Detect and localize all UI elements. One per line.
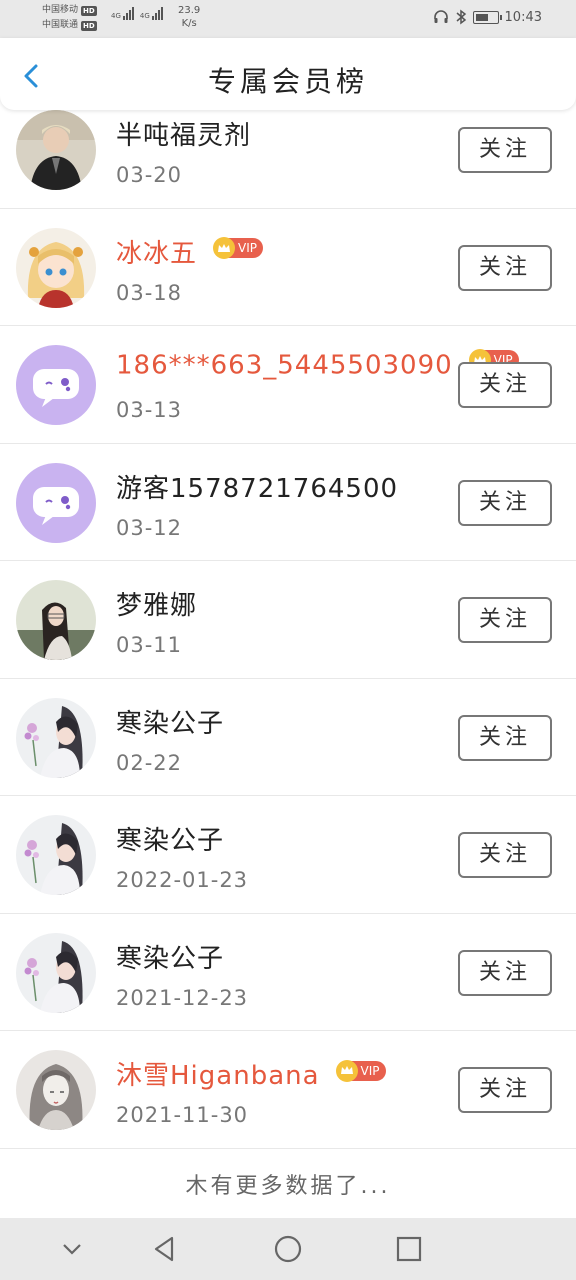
- member-name-text: 沐雪Higanbana: [116, 1061, 320, 1091]
- battery-icon: [472, 10, 502, 24]
- headphones-icon: [433, 10, 448, 23]
- follow-button[interactable]: 关注: [458, 949, 552, 996]
- carrier-2: 中国联通: [42, 20, 79, 30]
- member-name-text: 梦雅娜: [116, 591, 198, 621]
- bluetooth-icon: [456, 9, 466, 25]
- signal-indicators: 4G 4G: [111, 7, 163, 20]
- member-name-text: 寒染公子: [116, 708, 225, 739]
- follow-button[interactable]: 关注: [458, 479, 552, 526]
- no-more-data-text: 木有更多数据了...: [185, 1174, 391, 1199]
- member-name: 半吨福灵剂: [116, 115, 251, 152]
- member-name-text: 半吨福灵剂: [116, 121, 252, 151]
- status-bar: 中国移动 HD 中国联通 HD 4G 4G 23.9 K/s 10:43: [0, 0, 576, 38]
- hide-nav-button[interactable]: [57, 1234, 87, 1264]
- vip-label: VIP: [238, 241, 257, 255]
- member-name: 寒染公子: [116, 820, 224, 857]
- avatar[interactable]: [16, 697, 96, 778]
- member-row[interactable]: 寒染公子 2021-12-23 关注: [0, 914, 576, 1031]
- member-name-text: 186***663_5445503090: [116, 350, 453, 381]
- signal-icon: 4G: [111, 7, 134, 20]
- follow-button[interactable]: 关注: [458, 832, 552, 878]
- system-navigation-bar: [0, 1218, 576, 1280]
- member-name-text: 寒染公子: [116, 943, 225, 974]
- member-row[interactable]: 梦雅娜 03-11 关注: [0, 561, 576, 679]
- chevron-down-icon: [63, 1244, 81, 1255]
- member-name-text: 寒染公子: [116, 826, 225, 856]
- vip-label: VIP: [360, 1063, 380, 1078]
- member-list[interactable]: 半吨福灵剂 03-20 关注 冰冰五 VIP 03-18 关注 186***663_54455…: [0, 91, 576, 1149]
- member-row[interactable]: 游客1578721764500 03-12 关注: [0, 444, 576, 561]
- app-header: 专属会员榜: [0, 38, 576, 110]
- nav-recents-button[interactable]: [394, 1234, 424, 1264]
- follow-button[interactable]: 关注: [458, 597, 552, 643]
- crown-icon: [335, 1059, 358, 1082]
- member-date: 03-11: [116, 633, 183, 657]
- member-date: 03-18: [116, 280, 183, 305]
- member-name: 沐雪Higanbana VIP: [116, 1055, 386, 1092]
- nav-home-button[interactable]: [273, 1234, 303, 1264]
- member-date: 03-12: [116, 515, 183, 540]
- carrier-1: 中国移动: [42, 5, 79, 15]
- avatar[interactable]: [16, 227, 96, 308]
- avatar[interactable]: [16, 580, 96, 660]
- carrier-info: 中国移动 HD 中国联通 HD: [42, 3, 97, 33]
- triangle-back-icon: [154, 1236, 174, 1262]
- member-name-text: 游客1578721764500: [116, 473, 399, 504]
- clock: 10:43: [504, 9, 542, 25]
- vip-badge: VIP: [213, 237, 263, 259]
- member-name: 游客1578721764500: [116, 468, 398, 505]
- member-date: 2021-11-30: [116, 1103, 249, 1127]
- member-row[interactable]: 冰冰五 VIP 03-18 关注: [0, 209, 576, 326]
- follow-button[interactable]: 关注: [458, 362, 552, 408]
- member-date: 03-20: [116, 163, 183, 187]
- follow-button[interactable]: 关注: [458, 1067, 552, 1113]
- nav-back-button[interactable]: [150, 1234, 180, 1264]
- crown-icon: [213, 237, 236, 259]
- member-row[interactable]: 186***663_5445503090 VIP 03-13 关注: [0, 326, 576, 444]
- member-date: 02-22: [116, 750, 183, 775]
- vip-badge: VIP: [335, 1059, 386, 1082]
- avatar[interactable]: [16, 462, 96, 543]
- avatar[interactable]: [16, 345, 96, 425]
- member-name: 梦雅娜: [116, 585, 197, 622]
- hd-badge: HD: [81, 5, 97, 16]
- member-name: 冰冰五 VIP: [116, 233, 263, 270]
- avatar[interactable]: [16, 815, 96, 895]
- member-name: 寒染公子: [116, 703, 224, 740]
- avatar[interactable]: [16, 1050, 96, 1130]
- member-name-text: 冰冰五: [116, 238, 198, 269]
- follow-button[interactable]: 关注: [458, 127, 552, 173]
- hd-badge: HD: [81, 20, 97, 31]
- page-title: 专属会员榜: [207, 65, 368, 98]
- member-date: 03-13: [116, 398, 183, 422]
- circle-home-icon: [274, 1235, 302, 1263]
- member-row[interactable]: 寒染公子 2022-01-23 关注: [0, 796, 576, 914]
- square-recents-icon: [396, 1236, 422, 1262]
- member-name: 寒染公子: [116, 938, 224, 975]
- follow-button[interactable]: 关注: [458, 714, 552, 761]
- member-row[interactable]: 沐雪Higanbana VIP 2021-11-30 关注: [0, 1031, 576, 1149]
- follow-button[interactable]: 关注: [458, 244, 552, 291]
- member-date: 2022-01-23: [116, 868, 249, 892]
- member-row[interactable]: 寒染公子 02-22 关注: [0, 679, 576, 796]
- avatar[interactable]: [16, 932, 96, 1013]
- network-speed: 23.9 K/s: [178, 5, 201, 29]
- member-date: 2021-12-23: [116, 985, 249, 1010]
- avatar[interactable]: [16, 110, 96, 190]
- signal-icon: 4G: [140, 7, 163, 20]
